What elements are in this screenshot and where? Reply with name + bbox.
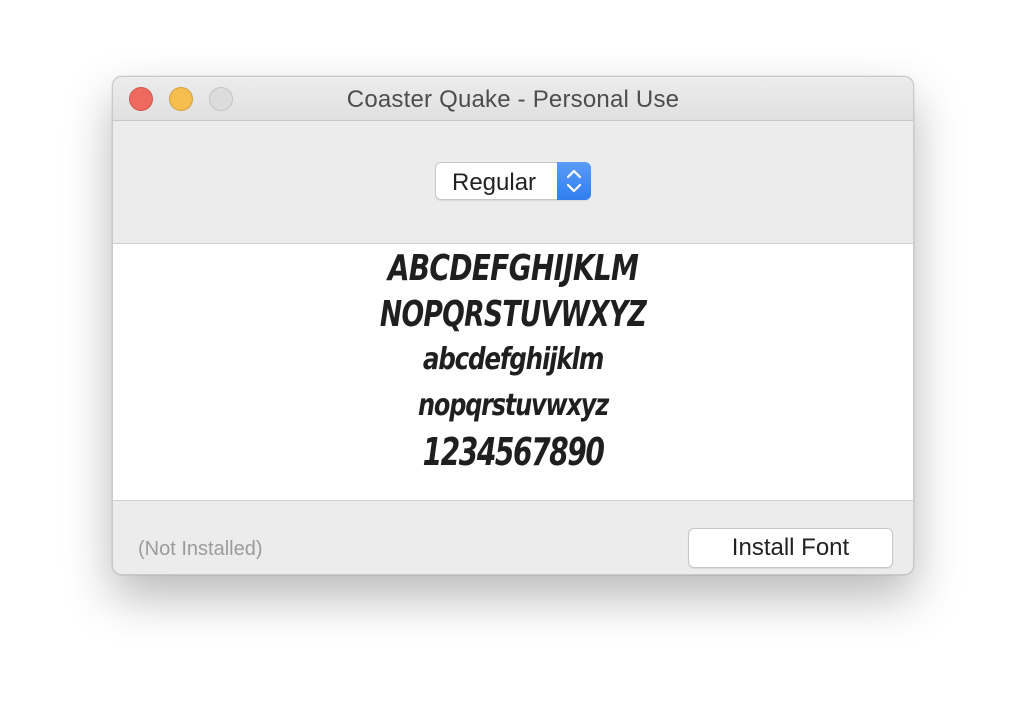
preview-uppercase-line-1: ABCDEFGHIJKLM [387,248,639,289]
font-style-select-value: Regular [452,169,537,196]
font-style-select[interactable]: Regular [435,162,591,200]
preview-lowercase-line-2: nopqrstuvwxyz [418,388,609,423]
install-status-label: (Not Installed) [138,538,263,560]
preview-uppercase-line-2: NOPQRSTUVWXYZ [379,294,647,335]
font-preview-area: ABCDEFGHIJKLM NOPQRSTUVWXYZ abcdefghijkl… [113,244,913,501]
footer-bar: (Not Installed) Install Font [113,501,913,574]
font-preview-window: Coaster Quake - Personal Use Regular ABC… [112,76,914,575]
style-controls: Regular [113,121,913,244]
preview-digits-line: 1234567890 [422,430,605,474]
window-title: Coaster Quake - Personal Use [346,86,680,113]
preview-lowercase-line-1: abcdefghijklm [422,342,604,377]
title-bar[interactable]: Coaster Quake - Personal Use [113,77,913,121]
up-down-chevron-icon [557,162,591,200]
install-font-button[interactable]: Install Font [688,528,893,568]
